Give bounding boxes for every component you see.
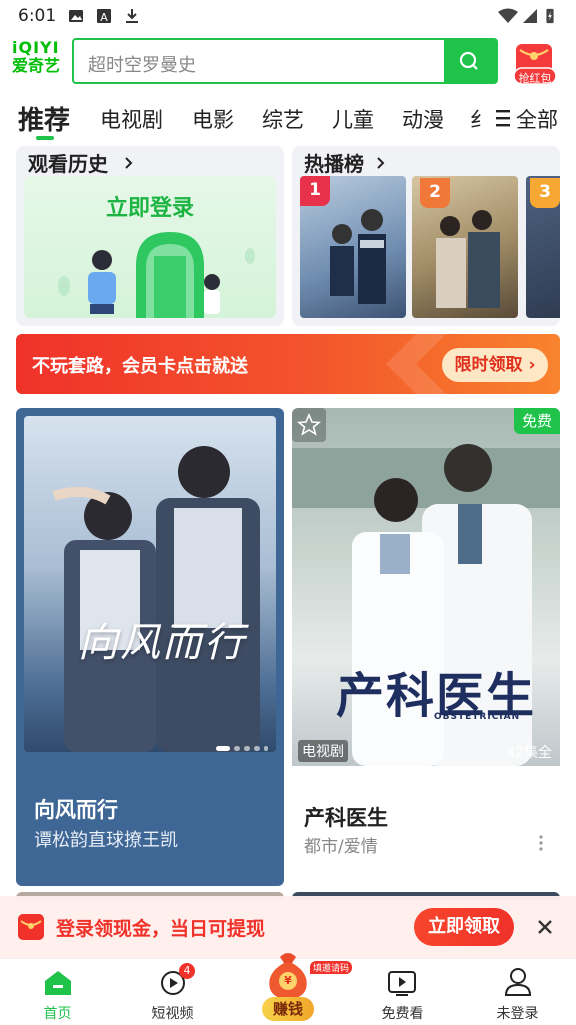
search-icon (459, 51, 478, 70)
feed-card-xiangfengerxing[interactable]: 向风而行 向风而行 谭松韵直球撩王凯 (16, 408, 284, 886)
category-tabs: 推荐 电视剧 电影 综艺 儿童 动漫 纟 全部 (0, 96, 576, 142)
rank-badge: 2 (420, 178, 450, 208)
ranking-poster-1[interactable]: 1 (300, 176, 406, 318)
category-tag: 电视剧 (298, 740, 348, 762)
home-icon (45, 971, 71, 995)
chevron-right-icon (125, 157, 133, 169)
rank-badge: 1 (300, 176, 330, 206)
poster-subtitle: OBSTETRICIAN (434, 712, 521, 722)
svg-text:A: A (100, 11, 108, 24)
feed-poster: 向风而行 (24, 416, 276, 752)
feed-title: 向风而行 (34, 798, 118, 822)
nav-free-watch-label: 免费看 (381, 1006, 424, 1022)
nav-home[interactable]: 首页 (0, 959, 115, 1025)
chevron-right-icon (377, 157, 385, 169)
status-bar: 6:01 A (0, 0, 576, 32)
font-icon: A (97, 9, 111, 24)
ranking-poster-2[interactable]: 2 (412, 176, 518, 318)
tab-tv-series[interactable]: 电视剧 (100, 104, 163, 134)
episode-count: 42集全 (506, 745, 552, 761)
claim-now-label: 限时领取 (454, 355, 523, 375)
carousel-dots (216, 746, 268, 752)
red-packet-label: 抢红包 (518, 72, 552, 85)
rank-badge: 3 (530, 178, 560, 208)
watch-history-title: 观看历史 (28, 152, 108, 176)
nav-profile[interactable]: 未登录 (460, 959, 575, 1025)
logo-text: iQIYI (12, 38, 60, 57)
money-bag-symbol: ¥ (284, 974, 292, 987)
tab-anime[interactable]: 动漫 (402, 104, 444, 134)
nav-short-video-label: 短视频 (151, 1006, 194, 1022)
claim-cash-button[interactable]: 立即领取 (414, 908, 514, 946)
tv-play-icon (388, 971, 416, 996)
status-time: 6:01 (18, 6, 57, 26)
search-button[interactable] (444, 40, 496, 82)
search-placeholder: 超时空罗曼史 (88, 55, 196, 76)
active-tab-indicator (36, 136, 54, 140)
hot-ranking-card[interactable]: 热播榜 1 2 3 (292, 146, 560, 326)
feed-poster: 产科医生 OBSTETRICIAN 免费 电视剧 42集全 (292, 408, 560, 766)
tab-kids[interactable]: 儿童 (332, 104, 374, 134)
nav-earn-money[interactable]: ¥ 填邀请码 赚钱 (230, 953, 353, 1025)
tab-movies[interactable]: 电影 (192, 104, 234, 134)
poster-title: 向风而行 (78, 620, 246, 666)
claim-cash-label: 立即领取 (428, 916, 500, 937)
image-icon (69, 10, 83, 22)
free-badge: 免费 (514, 408, 560, 434)
login-door-illustration (58, 232, 255, 318)
search-box[interactable]: 超时空罗曼史 (72, 38, 498, 84)
red-packet-icon (18, 914, 44, 940)
close-icon[interactable] (536, 918, 554, 936)
nav-profile-label: 未登录 (496, 1006, 539, 1022)
notification-badge: 4 (179, 963, 195, 979)
claim-now-button[interactable]: 限时领取 › (442, 348, 548, 382)
tab-recommend[interactable]: 推荐 (18, 100, 70, 137)
feed-card-chankeyisheng[interactable]: 产科医生 OBSTETRICIAN 免费 电视剧 42集全 产科医生 都市/爱情 (292, 408, 560, 886)
hot-ranking-title: 热播榜 (304, 152, 364, 176)
login-cash-text: 登录领现金，当日可提现 (56, 918, 266, 940)
iqiyi-logo[interactable]: iQIYI 爱奇艺 (12, 40, 64, 82)
nav-short-video[interactable]: 4 短视频 (115, 959, 230, 1025)
login-illustration: 立即登录 (24, 176, 276, 318)
vip-promo-banner[interactable]: 不玩套路，会员卡点击就送 限时领取 › (16, 334, 560, 394)
feed-subtitle: 谭松韵直球撩王凯 (34, 830, 178, 851)
nav-earn-label: 赚钱 (262, 997, 314, 1021)
download-icon (126, 9, 138, 23)
feed-subtitle: 都市/爱情 (304, 837, 378, 857)
signal-icon (523, 9, 537, 23)
poster-image (52, 446, 260, 752)
wifi-icon (498, 8, 518, 23)
nav-free-watch[interactable]: 免费看 (345, 959, 460, 1025)
top-bar: iQIYI 爱奇艺 超时空罗曼史 抢红包 (0, 32, 576, 94)
feed-title: 产科医生 (304, 806, 388, 830)
all-categories-label: 全部 (516, 108, 558, 132)
ranking-poster-3[interactable]: 3 (526, 176, 560, 318)
chevron-right-icon: › (528, 355, 536, 375)
logo-text-cn: 爱奇艺 (12, 56, 61, 75)
tab-variety[interactable]: 综艺 (262, 104, 304, 134)
nav-home-label: 首页 (43, 1006, 72, 1022)
promo-text: 不玩套路，会员卡点击就送 (32, 356, 248, 377)
red-packet-button[interactable]: 抢红包 (510, 40, 560, 86)
favorite-star-icon[interactable] (292, 408, 326, 442)
menu-icon (496, 110, 510, 127)
all-categories-button[interactable]: 全部 (486, 96, 576, 140)
bottom-navigation: 首页 4 短视频 ¥ 填邀请码 赚钱 免费看 未登录 (0, 953, 576, 1025)
watch-history-card[interactable]: 观看历史 立即登录 (16, 146, 284, 326)
user-icon (504, 968, 532, 996)
battery-icon (546, 8, 554, 24)
more-options-icon[interactable] (538, 834, 544, 852)
